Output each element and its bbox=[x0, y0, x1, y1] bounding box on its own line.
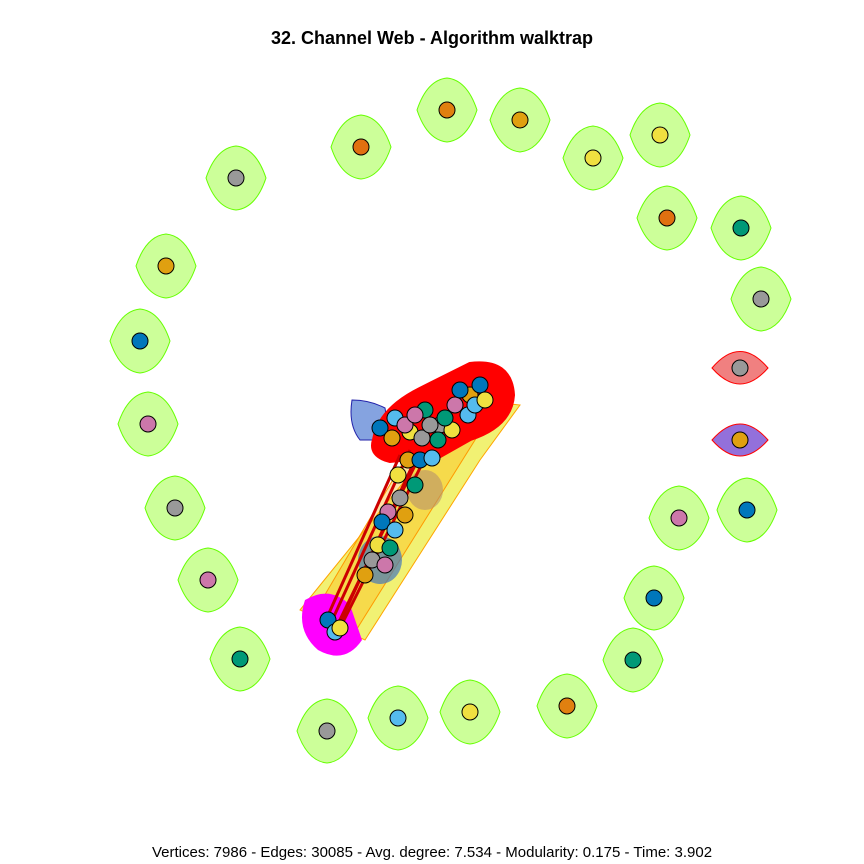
graph-node bbox=[331, 619, 349, 637]
graph-node bbox=[752, 290, 770, 308]
main-component bbox=[299, 361, 521, 656]
graph-node bbox=[471, 376, 489, 394]
graph-node bbox=[732, 219, 750, 237]
graph-node bbox=[386, 521, 404, 539]
graph-node bbox=[451, 381, 469, 399]
graph-node bbox=[381, 539, 399, 557]
graph-node bbox=[376, 556, 394, 574]
graph-node bbox=[389, 466, 407, 484]
graph-node bbox=[670, 509, 688, 527]
graph-node bbox=[166, 499, 184, 517]
graph-node bbox=[651, 126, 669, 144]
graph-node bbox=[131, 332, 149, 350]
graph-node bbox=[476, 391, 494, 409]
graph-node bbox=[139, 415, 157, 433]
special-communities bbox=[711, 351, 769, 457]
graph-node bbox=[391, 489, 409, 507]
network-graph bbox=[109, 77, 792, 764]
graph-node bbox=[438, 101, 456, 119]
graph-node bbox=[731, 359, 749, 377]
graph-node bbox=[423, 449, 441, 467]
graph-node bbox=[511, 111, 529, 129]
graph-node bbox=[421, 416, 439, 434]
graph-node bbox=[584, 149, 602, 167]
graph-node bbox=[227, 169, 245, 187]
graph-node bbox=[231, 650, 249, 668]
graph-node bbox=[396, 506, 414, 524]
graph-node bbox=[383, 429, 401, 447]
graph-node bbox=[558, 697, 576, 715]
graph-node bbox=[406, 476, 424, 494]
graph-node bbox=[157, 257, 175, 275]
graph-node bbox=[318, 722, 336, 740]
graph-node bbox=[645, 589, 663, 607]
graph-node bbox=[199, 571, 217, 589]
graph-node bbox=[429, 431, 447, 449]
graph-node bbox=[352, 138, 370, 156]
graph-node bbox=[731, 431, 749, 449]
chart-footer: Vertices: 7986 - Edges: 30085 - Avg. deg… bbox=[151, 844, 713, 861]
graph-node bbox=[389, 709, 407, 727]
graph-node bbox=[658, 209, 676, 227]
graph-node bbox=[446, 396, 464, 414]
graph-node bbox=[738, 501, 756, 519]
graph-node bbox=[436, 409, 454, 427]
graph-node bbox=[624, 651, 642, 669]
graph-node bbox=[461, 703, 479, 721]
graph-node bbox=[406, 406, 424, 424]
graph-node bbox=[356, 566, 374, 584]
